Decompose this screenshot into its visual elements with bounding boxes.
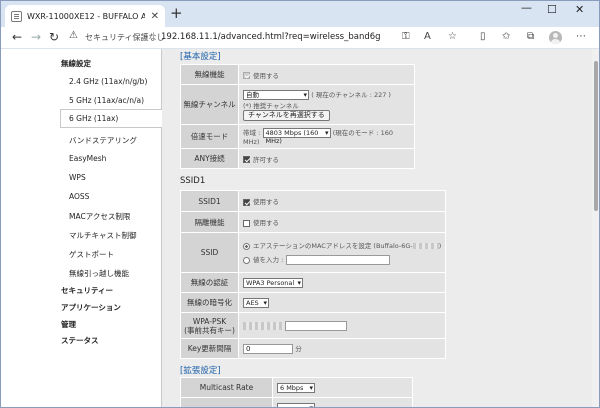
sidebar-group-wireless[interactable]: 無線設定 — [61, 58, 91, 69]
page-favicon-icon — [11, 10, 22, 22]
next-row-select[interactable] — [277, 402, 315, 407]
sidebar-item-5g[interactable]: 5 GHz (11ax/ac/n/a) — [69, 96, 144, 105]
channel-select[interactable]: 自動 — [243, 89, 309, 100]
ssid1-label: SSID1 — [180, 190, 239, 212]
sidebar-item-label: 6 GHz (11ax) — [69, 114, 119, 123]
address-separator: | — [152, 32, 156, 42]
ssid-manual-option: 値を入力 : — [253, 256, 284, 264]
ssid1-table: SSID1 使用する 隔離機能 使用する SSID エアステーションのMACアド… — [180, 190, 447, 359]
wireless-checkbox[interactable] — [243, 72, 250, 79]
next-row-label — [180, 397, 273, 407]
sidebar-group-status[interactable]: ステータス — [61, 335, 99, 346]
back-icon[interactable]: ← — [12, 30, 22, 44]
ssid-label: SSID — [180, 232, 239, 273]
basic-settings-table: 無線機能 使用する 無線チャンネル 自動 ( 現在のチャンネル : 227 ) … — [180, 64, 415, 169]
ssid-mac-option-close: ) — [438, 242, 442, 250]
ssid-mac-radio[interactable] — [243, 242, 250, 250]
tab-strip: WXR-11000XE12 - BUFFALO AirStation ✕ + —… — [1, 1, 599, 27]
sidebar-group-security[interactable]: セキュリティー — [61, 285, 113, 296]
key-icon[interactable]: ⚿ — [402, 31, 410, 43]
more-icon[interactable]: ⋯ — [576, 31, 586, 43]
scrollbar-thumb[interactable] — [594, 61, 598, 211]
browser-window: WXR-11000XE12 - BUFFALO AirStation ✕ + —… — [0, 0, 600, 408]
tab-close-icon[interactable]: ✕ — [151, 11, 159, 22]
key-interval-unit: 分 — [295, 345, 302, 353]
tab-title: WXR-11000XE12 - BUFFALO AirStation — [27, 11, 145, 21]
ssid1-value: 使用する — [253, 198, 279, 206]
sidebar-item-wps[interactable]: WPS — [69, 173, 86, 182]
ssid-manual-radio[interactable] — [243, 256, 250, 264]
read-aloud-icon[interactable]: A — [424, 31, 431, 43]
window-close-icon[interactable]: ✕ — [575, 3, 584, 16]
favorites-icon[interactable]: ✩ — [502, 31, 510, 43]
channel-recommended: (*) 推奨チャンネル — [243, 101, 299, 110]
ssid-input[interactable] — [285, 255, 390, 265]
page-viewport: 無線設定 2.4 GHz (11ax/n/g/b) 5 GHz (11ax/ac… — [1, 49, 599, 407]
any-checkbox[interactable] — [243, 156, 250, 163]
extended-settings-title: [拡張設定] — [180, 366, 221, 376]
ssid-suffix-redacted — [412, 243, 439, 249]
psk-redacted — [243, 321, 283, 330]
speed-label: 倍速モード — [180, 124, 239, 149]
encryption-select[interactable]: AES — [243, 297, 269, 308]
warning-icon[interactable]: ⚠ — [69, 30, 78, 41]
wireless-label: 無線機能 — [180, 64, 239, 85]
channel-current: ( 現在のチャンネル : 227 ) — [311, 90, 391, 99]
sidebar-item-band-steering[interactable]: バンドステアリング — [69, 135, 137, 146]
rescan-channel-button[interactable]: チャンネルを再選択する — [243, 109, 330, 121]
encryption-label: 無線の暗号化 — [180, 292, 239, 313]
sidebar-item-aoss[interactable]: AOSS — [69, 192, 89, 201]
isolation-checkbox[interactable] — [243, 219, 250, 227]
sidebar-item-mac-filter[interactable]: MACアクセス制限 — [69, 211, 130, 222]
key-interval-input[interactable]: 0 — [243, 344, 293, 354]
sidebar-item-6g[interactable]: 6 GHz (11ax) — [60, 109, 162, 128]
key-interval-label: Key更新間隔 — [180, 338, 239, 359]
sidebar-item-guest-port[interactable]: ゲストポート — [69, 249, 114, 260]
split-screen-icon[interactable]: ▯ — [480, 31, 486, 43]
multicast-rate-label: Multicast Rate — [180, 377, 273, 398]
wireless-value: 使用する — [253, 71, 279, 80]
sidebar-group-application[interactable]: アプリケーション — [61, 302, 121, 313]
auth-select[interactable]: WPA3 Personal — [243, 277, 303, 288]
settings-content: [基本設定] 無線機能 使用する 無線チャンネル 自動 ( 現在のチャンネル :… — [162, 49, 599, 407]
forward-icon[interactable]: → — [31, 30, 41, 44]
psk-input[interactable] — [285, 320, 348, 331]
sidebar-item-multicast[interactable]: マルチキャスト制御 — [69, 230, 137, 241]
speed-select[interactable]: 4803 Mbps (160 MHz) — [262, 128, 331, 145]
sidebar-menu: 無線設定 2.4 GHz (11ax/n/g/b) 5 GHz (11ax/ac… — [1, 49, 162, 407]
sidebar-group-admin[interactable]: 管理 — [61, 319, 76, 330]
ssid1-title: SSID1 — [180, 176, 206, 186]
channel-label: 無線チャンネル — [180, 84, 239, 125]
psk-label: WPA-PSK — [192, 316, 227, 326]
browser-toolbar: ← → ↻ ⚠ セキュリティ保護なし | 192.168.11.1/advanc… — [1, 27, 599, 49]
reload-icon[interactable]: ↻ — [49, 30, 59, 44]
maximize-icon[interactable]: ☐ — [547, 3, 557, 16]
minimize-icon[interactable]: — — [521, 1, 532, 14]
new-tab-icon[interactable]: + — [170, 6, 183, 21]
browser-tab[interactable]: WXR-11000XE12 - BUFFALO AirStation ✕ — [5, 5, 165, 27]
any-label: ANY接続 — [180, 148, 239, 169]
collections-icon[interactable]: ⧉ — [527, 31, 534, 43]
isolation-value: 使用する — [253, 219, 279, 227]
psk-label-cell: WPA-PSK (事前共有キー) — [180, 312, 239, 339]
sidebar-item-2g[interactable]: 2.4 GHz (11ax/n/g/b) — [69, 77, 147, 86]
sidebar-item-migration[interactable]: 無線引っ越し機能 — [69, 268, 129, 279]
address-bar[interactable]: 192.168.11.1/advanced.html?req=wireless_… — [161, 32, 381, 42]
auth-label: 無線の認証 — [180, 272, 239, 293]
isolation-label: 隔離機能 — [180, 211, 239, 233]
page-scrollbar[interactable] — [592, 49, 599, 407]
ssid1-checkbox[interactable] — [243, 198, 250, 206]
basic-settings-title: [基本設定] — [180, 52, 221, 62]
star-icon[interactable]: ☆ — [448, 31, 457, 43]
any-value: 許可する — [253, 155, 279, 164]
multicast-rate-select[interactable]: 6 Mbps — [277, 382, 315, 393]
psk-label-sub: (事前共有キー) — [184, 325, 235, 335]
extended-settings-table: Multicast Rate 6 Mbps — [180, 377, 413, 407]
speed-prefix: 帯域 : — [243, 129, 261, 137]
sidebar-item-easymesh[interactable]: EasyMesh — [69, 154, 106, 163]
ssid-mac-option: エアステーションのMACアドレスを設定 (Buffalo-6G- — [253, 242, 413, 250]
profile-icon[interactable] — [549, 31, 562, 44]
